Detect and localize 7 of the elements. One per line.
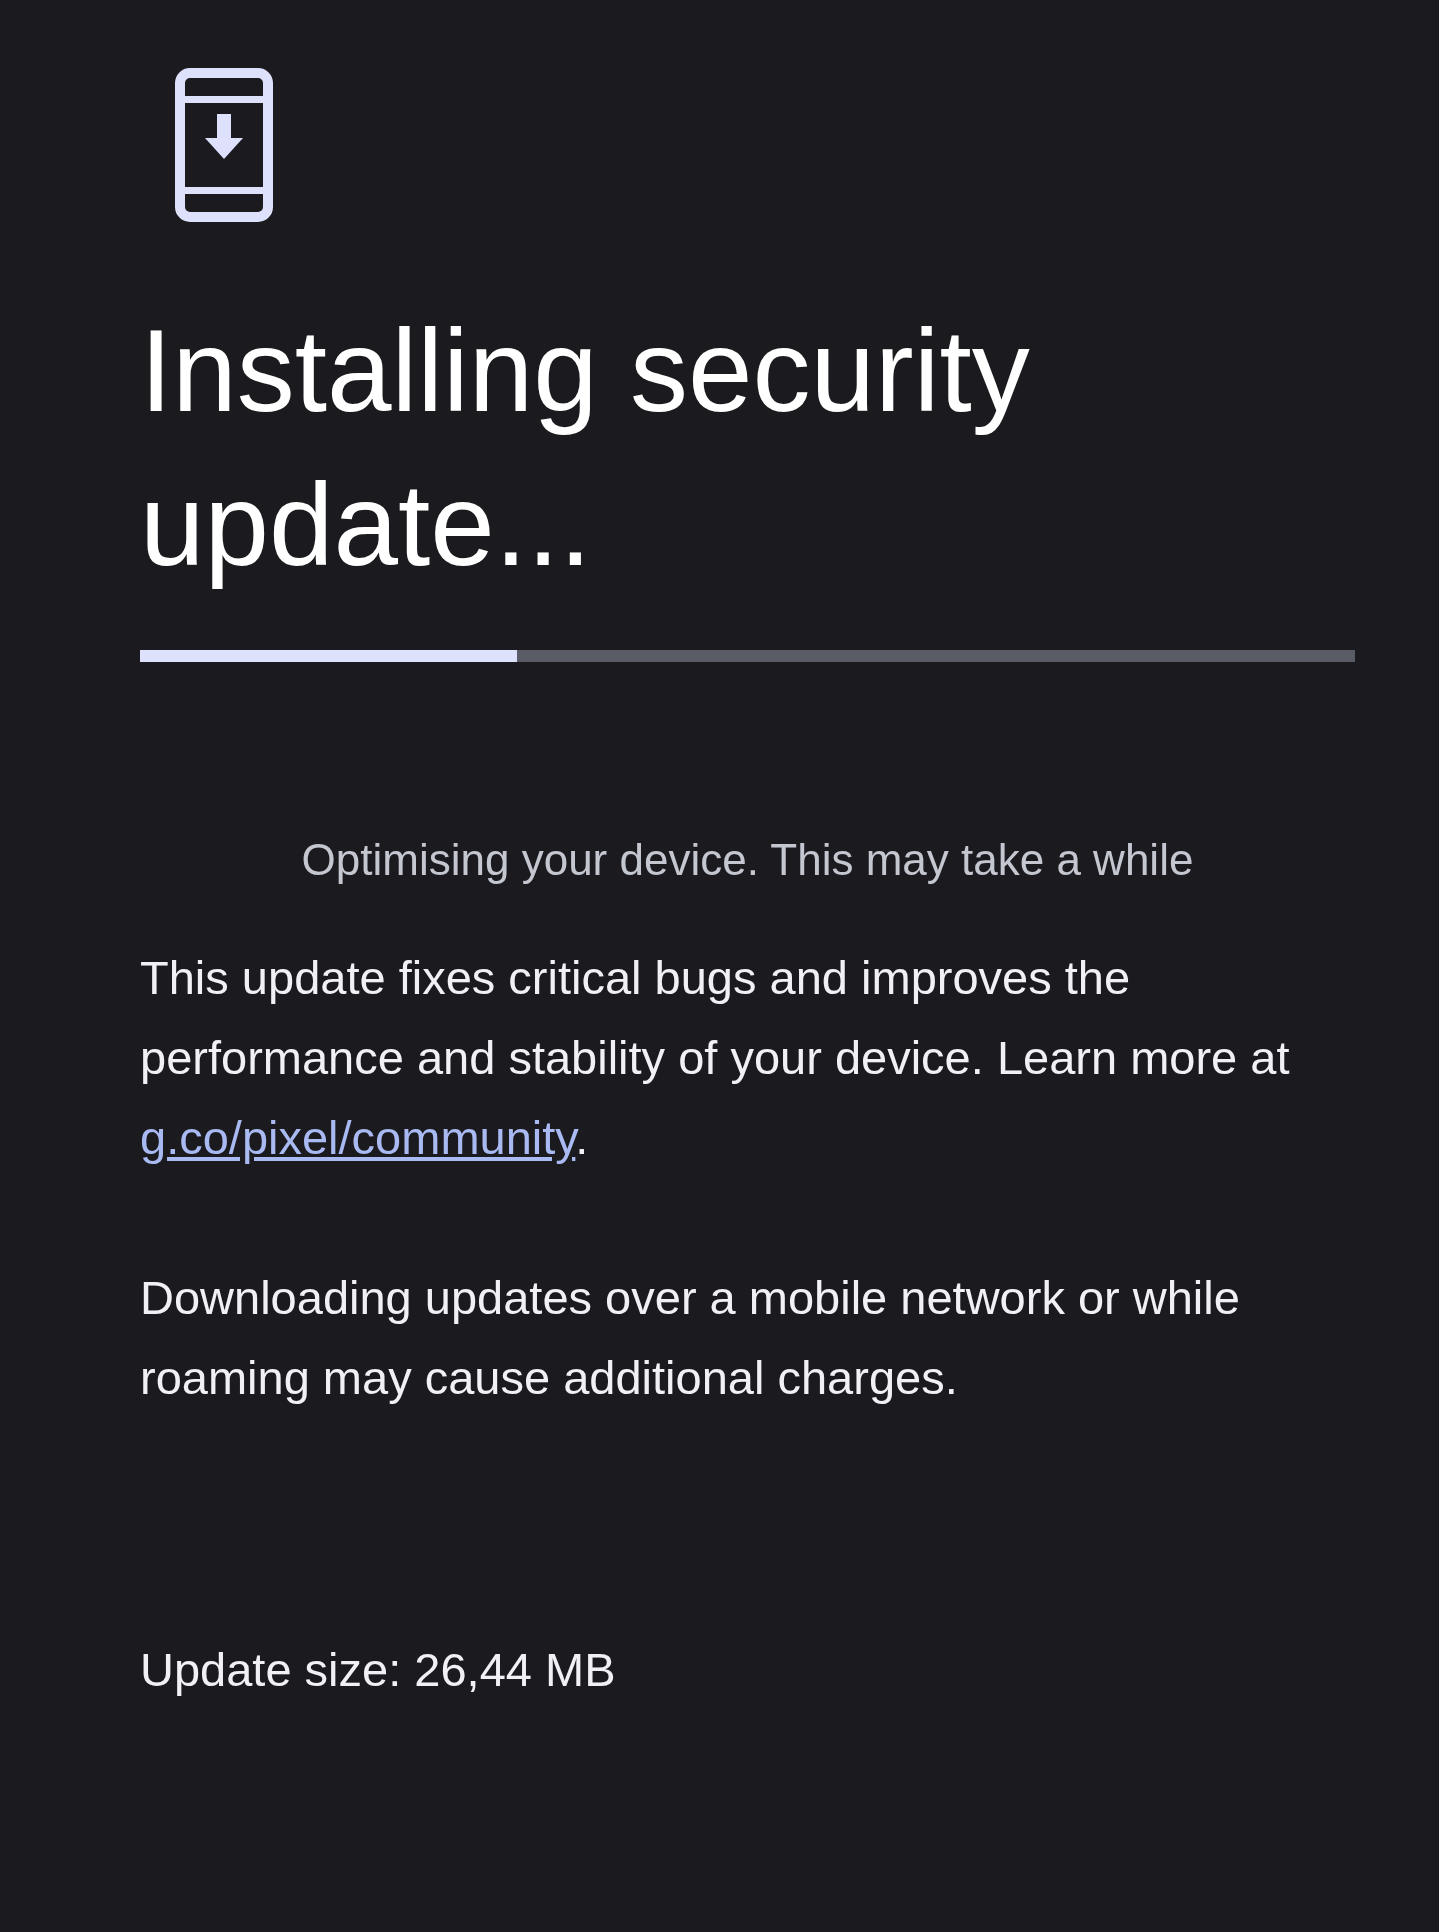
description-text: This update fixes critical bugs and improves the performance and stability of your device. Learn more at g.co/pixel/community.	[140, 950, 1290, 1166]
community-link[interactable]: g.co/pixel/community	[140, 1111, 576, 1164]
phone-download-icon	[175, 68, 273, 222]
status-text: Optimising your device. This may take a while	[300, 834, 1195, 886]
update-size-text: Update size: 26,44 MB	[140, 1642, 617, 1698]
screen-title: Installing security update...	[140, 305, 1031, 592]
charges-note: Downloading updates over a mobile network or while roaming may cause additional charges.	[140, 1270, 1241, 1406]
